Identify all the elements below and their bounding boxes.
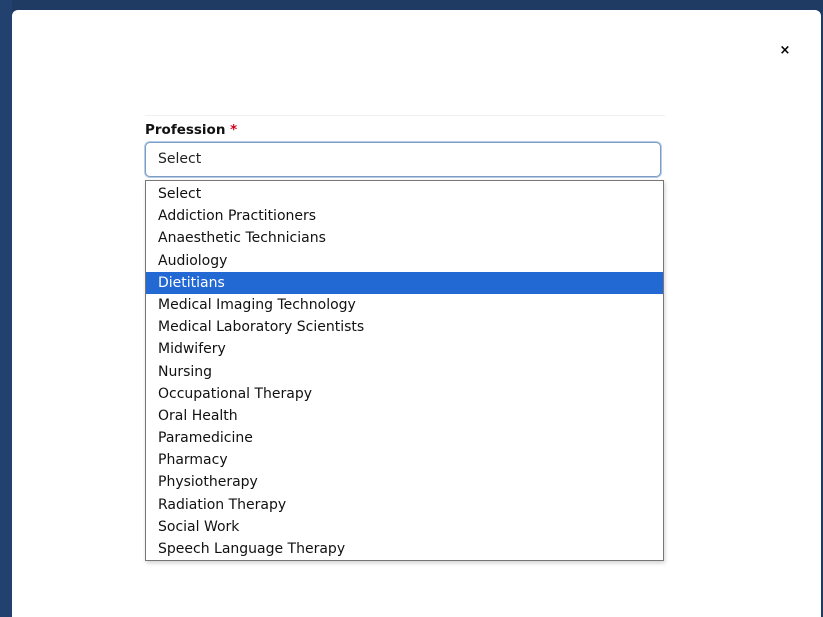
dropdown-option[interactable]: Anaesthetic Technicians — [146, 227, 663, 249]
dropdown-option[interactable]: Physiotherapy — [146, 471, 663, 493]
profession-dropdown-list: Select Addiction Practitioners Anaesthetic… — [145, 180, 664, 561]
close-icon[interactable]: × — [777, 43, 793, 59]
dropdown-option[interactable]: Audiology — [146, 250, 663, 272]
dropdown-option[interactable]: Pharmacy — [146, 449, 663, 471]
dropdown-option[interactable]: Nursing — [146, 361, 663, 383]
required-asterisk: * — [230, 122, 238, 138]
dropdown-option[interactable]: Select — [146, 183, 663, 205]
dropdown-option[interactable]: Radiation Therapy — [146, 494, 663, 516]
profession-field: Profession * Select — [145, 115, 665, 177]
dropdown-option[interactable]: Medical Laboratory Scientists — [146, 316, 663, 338]
dropdown-option[interactable]: Addiction Practitioners — [146, 205, 663, 227]
dropdown-option[interactable]: Speech Language Therapy — [146, 538, 663, 560]
dropdown-option[interactable]: Paramedicine — [146, 427, 663, 449]
dropdown-option[interactable]: Social Work — [146, 516, 663, 538]
profession-select-value: Select — [158, 151, 202, 167]
profession-select[interactable]: Select — [145, 142, 661, 177]
profession-label: Profession — [145, 122, 226, 138]
dropdown-option[interactable]: Oral Health — [146, 405, 663, 427]
dropdown-option[interactable]: Dietitians — [146, 271, 663, 294]
dropdown-option[interactable]: Occupational Therapy — [146, 383, 663, 405]
dropdown-option[interactable]: Medical Imaging Technology — [146, 294, 663, 316]
page-backdrop — [0, 0, 12, 617]
dropdown-option[interactable]: Midwifery — [146, 338, 663, 360]
profession-label-row: Profession * — [145, 115, 665, 140]
